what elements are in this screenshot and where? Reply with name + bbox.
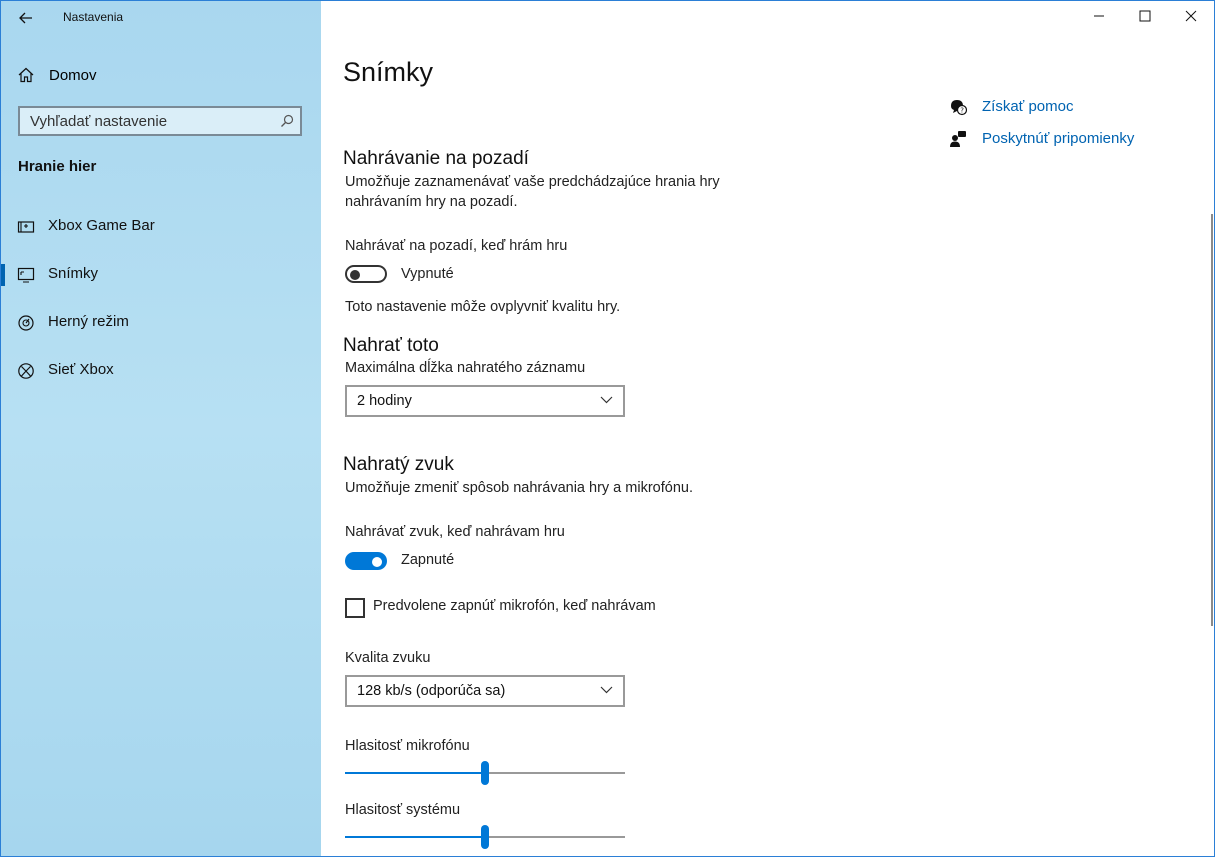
select-value: 128 kb/s (odporúča sa) [357,683,506,699]
record-this-caption: Maximálna dĺžka nahratého záznamu [345,360,586,376]
sidebar: Nastavenia Domov Vyhľadať nastavenie Hra… [1,1,321,856]
xbox-icon [18,363,34,379]
search-input[interactable]: Vyhľadať nastavenie [18,106,302,136]
sidebar-section-title: Hranie hier [18,158,97,175]
slider-track-filled [345,772,481,774]
sidebar-item-label: Snímky [48,265,99,282]
system-volume-caption: Hlasitosť systému [345,802,461,818]
recorded-audio-desc: Umožňuje zmeniť spôsob nahrávania hry a … [345,480,693,496]
arrow-left-icon [19,12,32,24]
slider-track [489,772,625,774]
help-chat-icon: ? [951,100,967,116]
back-button[interactable] [15,7,37,29]
sidebar-item-label: Sieť Xbox [48,361,114,378]
mic-default-checkbox-label: Predvolene zapnúť mikrofón, keď nahrávam [373,598,656,614]
svg-text:?: ? [960,107,964,115]
background-recording-toggle-caption: Nahrávať na pozadí, keď hrám hru [345,238,568,254]
get-help-label: Získať pomoc [982,98,1074,115]
sidebar-item-xbox-game-bar[interactable]: Xbox Game Bar [1,206,321,246]
background-recording-toggle-state: Vypnuté [401,266,454,282]
scrollbar[interactable] [1211,214,1213,626]
record-this-heading: Nahrať toto [343,335,439,356]
captures-icon [17,267,35,283]
slider-track [489,836,625,838]
home-icon [18,67,34,83]
record-audio-toggle-caption: Nahrávať zvuk, keď nahrávam hru [345,524,565,540]
chevron-down-icon [600,686,613,694]
search-placeholder: Vyhľadať nastavenie [30,113,168,130]
game-bar-icon [17,221,35,233]
sidebar-item-label: Herný režim [48,313,129,330]
game-mode-icon [18,315,34,331]
sidebar-item-label: Xbox Game Bar [48,217,155,234]
chevron-down-icon [600,396,613,404]
background-recording-heading: Nahrávanie na pozadí [343,148,529,169]
audio-quality-caption: Kvalita zvuku [345,650,431,666]
feedback-icon [950,131,966,147]
search-icon [281,114,294,127]
background-recording-note: Toto nastavenie môže ovplyvniť kvalitu h… [345,299,621,315]
system-volume-slider[interactable] [345,825,625,849]
record-audio-toggle[interactable] [345,552,387,570]
slider-thumb[interactable] [481,761,489,785]
home-link[interactable]: Domov [17,61,97,89]
max-recording-length-select[interactable]: 2 hodiny [345,385,625,417]
main-content: Snímky Nahrávanie na pozadí Umožňuje zaz… [321,1,1214,856]
sidebar-item-herny-rezim[interactable]: Herný režim [1,302,321,342]
background-recording-desc-line1: Umožňuje zaznamenávať vaše predchádzajúc… [345,174,720,190]
toggle-knob [350,270,360,280]
record-audio-toggle-state: Zapnuté [401,552,455,568]
audio-quality-select[interactable]: 128 kb/s (odporúča sa) [345,675,625,707]
mic-volume-slider[interactable] [345,761,625,785]
home-label: Domov [49,66,97,84]
background-recording-desc-line2: nahrávaním hry na pozadí. [345,194,518,210]
sidebar-item-siet-xbox[interactable]: Sieť Xbox [1,350,321,390]
recorded-audio-heading: Nahratý zvuk [343,454,454,475]
app-title: Nastavenia [63,10,124,24]
slider-track-filled [345,836,481,838]
sidebar-item-snimky[interactable]: Snímky [1,254,321,294]
page-title: Snímky [343,57,434,87]
mic-default-checkbox[interactable] [345,598,365,618]
feedback-label: Poskytnúť pripomienky [982,130,1135,147]
slider-thumb[interactable] [481,825,489,849]
mic-volume-caption: Hlasitosť mikrofónu [345,738,470,754]
background-recording-toggle[interactable] [345,265,387,283]
toggle-knob [372,557,382,567]
select-value: 2 hodiny [357,393,412,409]
